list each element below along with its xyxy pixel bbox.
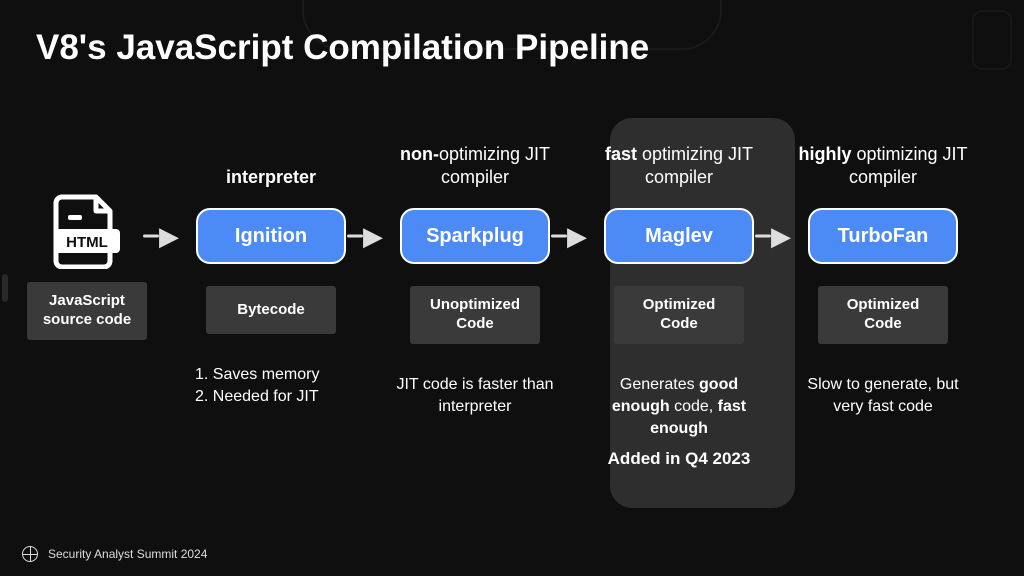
html-file-icon: HTML bbox=[50, 190, 124, 270]
notes-ignition: 1. Saves memory 2. Needed for JIT bbox=[191, 364, 351, 409]
caption-maglev: Optimized Code bbox=[614, 286, 744, 344]
caption-turbofan: Optimized Code bbox=[818, 286, 948, 344]
label-turbofan: highly optimizing JIT compiler bbox=[798, 130, 968, 196]
maglev-added-label: Added in Q4 2023 bbox=[608, 449, 751, 469]
bg-decoration-right bbox=[972, 10, 1012, 70]
col-turbofan: highly optimizing JIT compiler TurboFan … bbox=[798, 130, 968, 418]
col-sparkplug: non-optimizing JIT compiler Sparkplug Un… bbox=[390, 130, 560, 418]
arrow-icon: ▶ bbox=[356, 208, 390, 264]
footer-text: Security Analyst Summit 2024 bbox=[48, 547, 207, 561]
notes-sparkplug: JIT code is faster than interpreter bbox=[395, 374, 555, 419]
pipeline-row: HTML JavaScript source code ▶ interprete… bbox=[22, 130, 1002, 469]
footer: Security Analyst Summit 2024 bbox=[22, 546, 207, 562]
arrow-icon: ▶ bbox=[764, 208, 798, 264]
globe-icon bbox=[22, 546, 38, 562]
arrow-icon: ▶ bbox=[152, 208, 186, 264]
slide-title: V8's JavaScript Compilation Pipeline bbox=[36, 28, 649, 68]
label-ignition: interpreter bbox=[226, 130, 316, 196]
svg-text:HTML: HTML bbox=[66, 234, 108, 251]
stage-maglev: Maglev bbox=[604, 208, 754, 264]
label-sparkplug: non-optimizing JIT compiler bbox=[390, 130, 560, 196]
side-handle bbox=[2, 274, 8, 302]
stage-sparkplug: Sparkplug bbox=[400, 208, 550, 264]
caption-ignition: Bytecode bbox=[206, 286, 336, 334]
col-ignition: interpreter Ignition Bytecode 1. Saves m… bbox=[186, 130, 356, 409]
col-html-source: HTML JavaScript source code bbox=[22, 130, 152, 340]
notes-turbofan: Slow to generate, but very fast code bbox=[803, 374, 963, 419]
col-maglev: fast optimizing JIT compiler Maglev Opti… bbox=[594, 130, 764, 469]
arrow-icon: ▶ bbox=[560, 208, 594, 264]
caption-sparkplug: Unoptimized Code bbox=[410, 286, 540, 344]
caption-html-source: JavaScript source code bbox=[27, 282, 147, 340]
stage-turbofan: TurboFan bbox=[808, 208, 958, 264]
notes-maglev: Generates good enough code, fast enough bbox=[599, 374, 759, 441]
label-maglev: fast optimizing JIT compiler bbox=[594, 130, 764, 196]
stage-ignition: Ignition bbox=[196, 208, 346, 264]
